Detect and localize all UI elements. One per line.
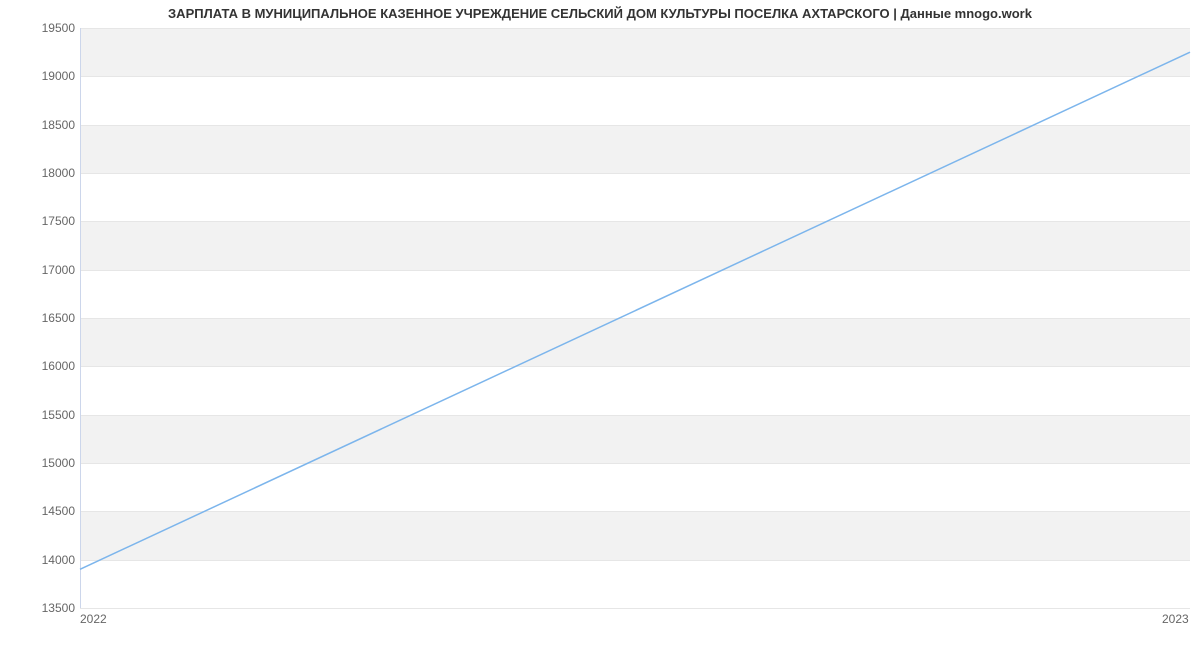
y-tick-label: 15000 — [5, 456, 75, 470]
gridline — [80, 608, 1190, 609]
y-tick-label: 15500 — [5, 408, 75, 422]
y-tick-label: 17500 — [5, 214, 75, 228]
y-tick-label: 19000 — [5, 69, 75, 83]
y-tick-label: 18000 — [5, 166, 75, 180]
chart-container: ЗАРПЛАТА В МУНИЦИПАЛЬНОЕ КАЗЕННОЕ УЧРЕЖД… — [0, 0, 1200, 650]
y-tick-label: 14500 — [5, 504, 75, 518]
y-tick-label: 18500 — [5, 118, 75, 132]
y-tick-label: 16500 — [5, 311, 75, 325]
y-tick-label: 14000 — [5, 553, 75, 567]
x-tick-label: 2023 — [1162, 612, 1189, 626]
line-series — [80, 28, 1190, 608]
y-tick-label: 16000 — [5, 359, 75, 373]
x-tick-label: 2022 — [80, 612, 107, 626]
y-tick-label: 19500 — [5, 21, 75, 35]
y-tick-label: 13500 — [5, 601, 75, 615]
chart-title: ЗАРПЛАТА В МУНИЦИПАЛЬНОЕ КАЗЕННОЕ УЧРЕЖД… — [0, 6, 1200, 21]
y-tick-label: 17000 — [5, 263, 75, 277]
